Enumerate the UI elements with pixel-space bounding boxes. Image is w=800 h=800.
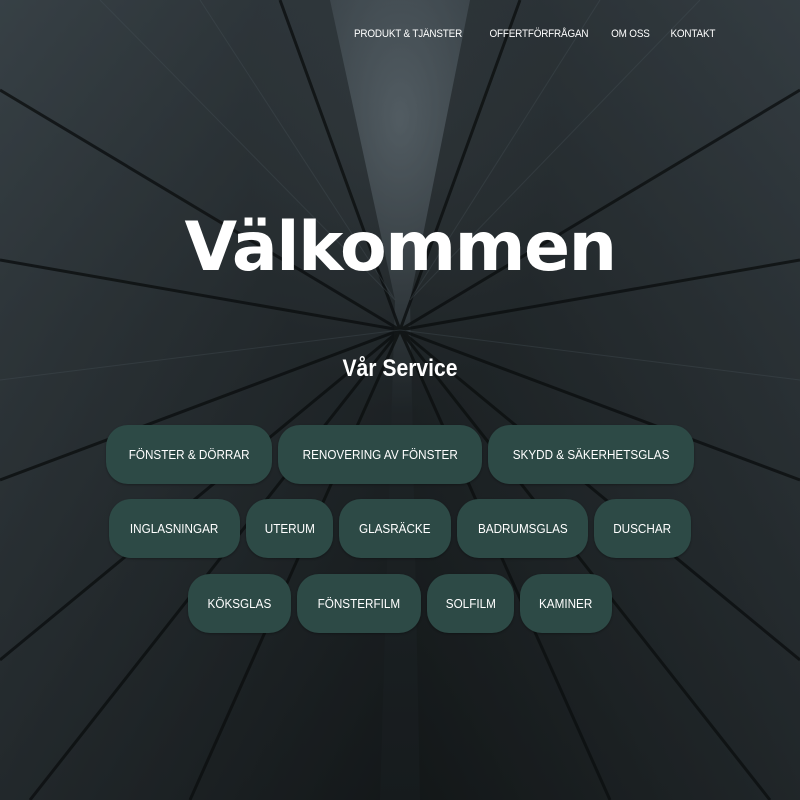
hero-title: Välkommen: [184, 208, 617, 287]
nav-item-kontakt[interactable]: KONTAKT: [671, 28, 716, 40]
background-overlay: [0, 0, 800, 800]
service-button-badrumsglas[interactable]: BADRUMSGLAS: [456, 499, 589, 558]
service-button-uterum[interactable]: UTERUM: [245, 499, 334, 558]
service-button-duschar[interactable]: DUSCHAR: [594, 499, 691, 558]
nav-item-offertforfragan[interactable]: OFFERTFÖRFRÅGAN: [489, 28, 588, 40]
top-navigation: PRODUKT & TJÄNSTER OFFERTFÖRFRÅGAN OM OS…: [348, 28, 718, 40]
service-button-skydd-sakerhetsglas[interactable]: SKYDD & SÄKERHETSGLAS: [488, 425, 695, 484]
service-button-solfilm[interactable]: SOLFILM: [426, 574, 515, 633]
nav-item-om-oss[interactable]: OM OSS: [612, 28, 651, 40]
nav-item-produkt-tjanster[interactable]: PRODUKT & TJÄNSTER: [354, 28, 462, 40]
service-button-koksglas[interactable]: KÖKSGLAS: [188, 574, 292, 633]
service-button-renovering-av-fonster[interactable]: RENOVERING AV FÖNSTER: [277, 425, 483, 484]
service-button-fonsterfilm[interactable]: FÖNSTERFILM: [297, 574, 421, 633]
services-row-3: KÖKSGLAS FÖNSTERFILM SOLFILM KAMINER: [0, 574, 800, 633]
service-button-glasracke[interactable]: GLASRÄCKE: [339, 499, 451, 558]
service-button-fonster-dorrar[interactable]: FÖNSTER & DÖRRAR: [105, 425, 272, 484]
page: PRODUKT & TJÄNSTER OFFERTFÖRFRÅGAN OM OS…: [0, 0, 800, 800]
service-button-kaminer[interactable]: KAMINER: [520, 574, 612, 633]
service-button-inglasningar[interactable]: INGLASNINGAR: [109, 499, 240, 558]
services-row-2: INGLASNINGAR UTERUM GLASRÄCKE BADRUMSGLA…: [0, 499, 800, 558]
services-heading: Vår Service: [342, 355, 458, 382]
services-row-1: FÖNSTER & DÖRRAR RENOVERING AV FÖNSTER S…: [0, 425, 800, 484]
